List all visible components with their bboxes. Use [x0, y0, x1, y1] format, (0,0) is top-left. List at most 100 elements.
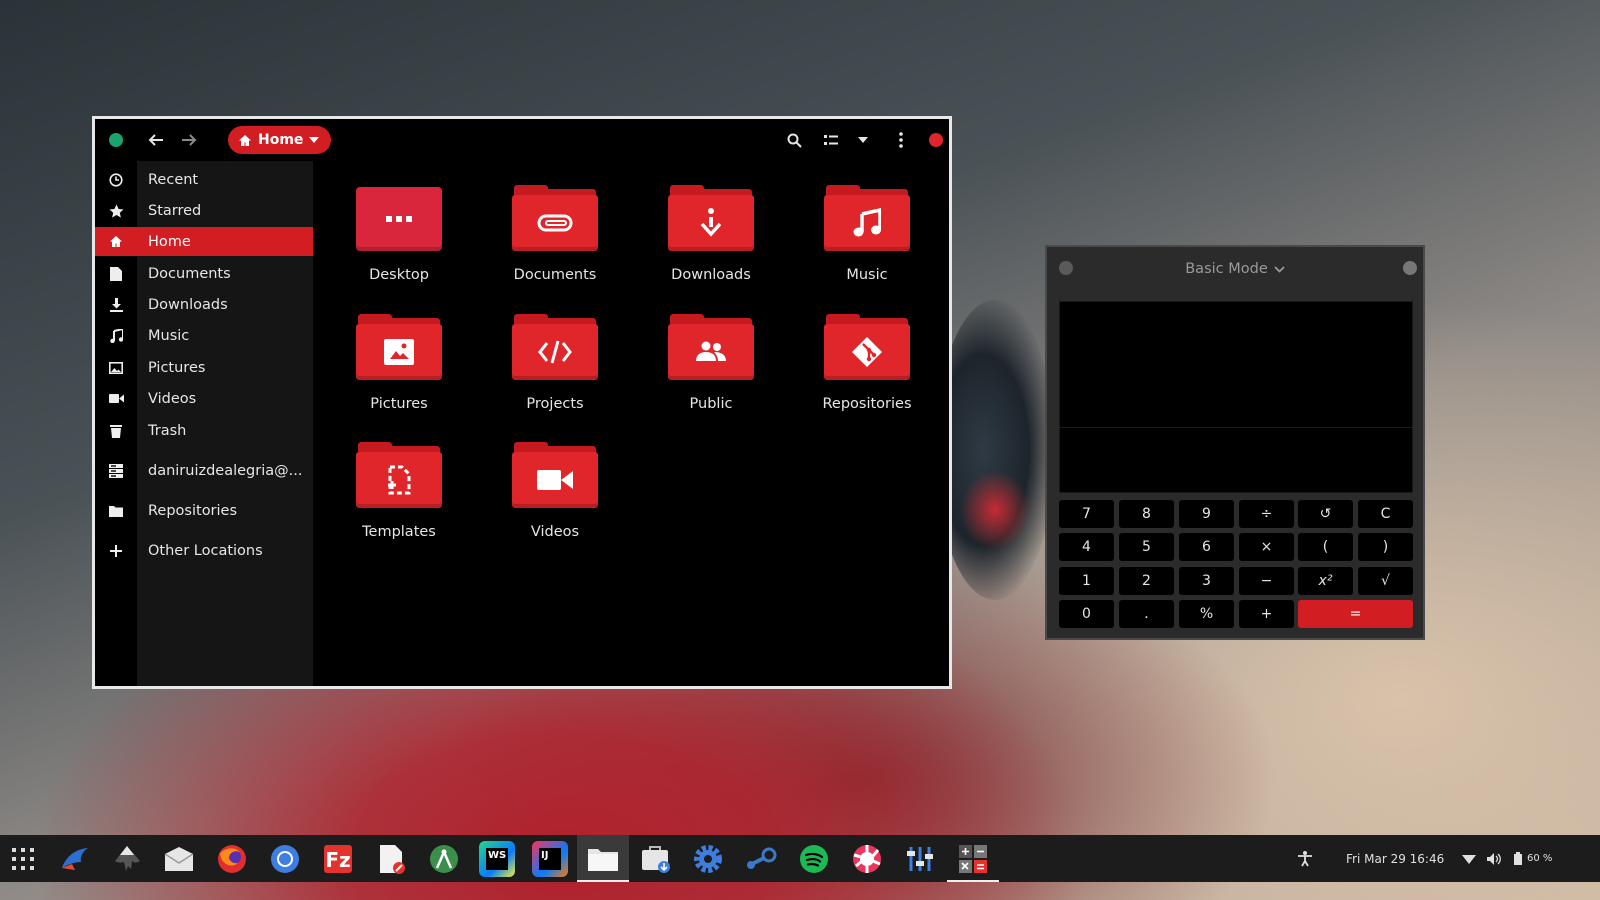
steam-icon[interactable]	[743, 841, 779, 877]
webstorm-label: WS	[486, 848, 508, 870]
key-add[interactable]: +	[1239, 600, 1294, 628]
key-close-paren[interactable]: )	[1358, 533, 1413, 561]
sidebar-item-remote[interactable]: daniruizdealegria@...	[95, 456, 313, 485]
mixer-icon[interactable]	[902, 841, 938, 877]
settings-icon[interactable]	[690, 841, 726, 877]
key-sqrt[interactable]: √	[1358, 567, 1413, 595]
app-grid-icon[interactable]	[5, 841, 41, 877]
sidebar-item-videos[interactable]: Videos	[95, 384, 313, 413]
accessibility-icon	[1298, 850, 1312, 866]
calculator-active-indicator	[947, 880, 999, 882]
key-0[interactable]: 0	[1059, 600, 1114, 628]
files-icon[interactable]	[585, 841, 621, 877]
close-button[interactable]	[1403, 261, 1417, 275]
sidebar-label: Pictures	[148, 359, 206, 376]
wallpaper-splash-red	[960, 470, 1030, 550]
folder-videos[interactable]: Videos	[477, 442, 633, 540]
view-options-button[interactable]	[852, 130, 874, 150]
menu-button[interactable]	[890, 130, 912, 150]
clock[interactable]: Fri Mar 29 16:46	[1346, 835, 1444, 882]
folder-music[interactable]: Music	[789, 185, 945, 283]
mail-icon[interactable]	[161, 841, 197, 877]
back-button[interactable]	[145, 130, 167, 150]
calculator-display[interactable]	[1059, 301, 1413, 493]
text-editor-icon[interactable]	[373, 841, 409, 877]
music-folder-icon	[824, 185, 910, 251]
key-6[interactable]: 6	[1179, 533, 1234, 561]
key-1[interactable]: 1	[1059, 567, 1114, 595]
sidebar-item-recent[interactable]: Recent	[95, 165, 313, 194]
key-3[interactable]: 3	[1179, 567, 1234, 595]
chromium-icon[interactable]	[267, 841, 303, 877]
spotify-icon[interactable]	[796, 841, 832, 877]
mode-selector[interactable]: Basic Mode	[1047, 247, 1423, 291]
headerbar: Home	[95, 119, 949, 161]
folder-repositories[interactable]: Repositories	[789, 314, 945, 412]
ubuntu-tweak-icon[interactable]	[849, 841, 885, 877]
key-undo[interactable]: ↺	[1298, 500, 1353, 528]
svg-text:Fz: Fz	[325, 848, 350, 872]
key-2[interactable]: 2	[1119, 567, 1174, 595]
key-power[interactable]: x²	[1298, 567, 1353, 595]
sidebar-item-repositories[interactable]: Repositories	[95, 496, 313, 525]
filezilla-icon[interactable]: Fz	[320, 841, 356, 877]
sidebar-item-other-locations[interactable]: Other Locations	[95, 536, 313, 565]
sidebar-label: Downloads	[148, 296, 228, 313]
sidebar-item-pictures[interactable]: Pictures	[95, 353, 313, 382]
key-7[interactable]: 7	[1059, 500, 1114, 528]
inkscape-icon[interactable]	[109, 841, 145, 877]
videos-folder-icon	[512, 442, 598, 508]
sidebar-item-trash[interactable]: Trash	[95, 416, 313, 445]
firefox-icon[interactable]	[214, 841, 250, 877]
view-list-button[interactable]	[820, 130, 842, 150]
software-icon[interactable]	[638, 841, 674, 877]
list-view-icon	[824, 135, 838, 145]
search-button[interactable]	[783, 130, 805, 150]
folder-label: Videos	[530, 524, 580, 540]
volume-indicator[interactable]	[1487, 835, 1503, 882]
folder-projects[interactable]: Projects	[477, 314, 633, 412]
sidebar-item-downloads[interactable]: Downloads	[95, 290, 313, 319]
calculator-icon[interactable]	[955, 841, 991, 877]
folder-downloads[interactable]: Downloads	[633, 185, 789, 283]
folder-documents[interactable]: Documents	[477, 185, 633, 283]
battery-indicator[interactable]: 60 %	[1514, 835, 1552, 882]
folder-public[interactable]: Public	[633, 314, 789, 412]
sidebar-item-home[interactable]: Home	[95, 227, 313, 256]
key-9[interactable]: 9	[1179, 500, 1234, 528]
key-clear[interactable]: C	[1358, 500, 1413, 528]
key-divide[interactable]: ÷	[1239, 500, 1294, 528]
accessibility-menu[interactable]	[1298, 835, 1318, 882]
folder-pictures[interactable]: Pictures	[321, 314, 477, 412]
clock-icon	[109, 172, 123, 187]
network-indicator[interactable]	[1462, 835, 1478, 882]
forward-button[interactable]	[178, 130, 200, 150]
kebab-menu-icon	[899, 132, 903, 148]
key-multiply[interactable]: ×	[1239, 533, 1294, 561]
key-4[interactable]: 4	[1059, 533, 1114, 561]
sidebar-item-music[interactable]: Music	[95, 321, 313, 350]
key-decimal[interactable]: .	[1119, 600, 1174, 628]
key-subtract[interactable]: −	[1239, 567, 1294, 595]
sidebar-label: Home	[148, 233, 191, 250]
sidebar-item-starred[interactable]: Starred	[95, 196, 313, 225]
key-equals[interactable]: =	[1298, 600, 1413, 628]
wifi-icon	[1462, 854, 1476, 864]
intellij-icon[interactable]: IJ	[532, 841, 568, 877]
mode-label: Basic Mode	[1185, 261, 1268, 277]
key-5[interactable]: 5	[1119, 533, 1174, 561]
key-percent[interactable]: %	[1179, 600, 1234, 628]
plus-icon	[110, 544, 122, 557]
window-menu-button[interactable]	[109, 133, 123, 147]
webstorm-icon[interactable]: WS	[479, 841, 515, 877]
sidebar-item-documents[interactable]: Documents	[95, 259, 313, 288]
close-button[interactable]	[929, 133, 943, 147]
server-icon	[109, 463, 123, 478]
key-open-paren[interactable]: (	[1298, 533, 1353, 561]
key-8[interactable]: 8	[1119, 500, 1174, 528]
folder-desktop[interactable]: Desktop	[321, 185, 477, 283]
kingfisher-icon[interactable]	[57, 841, 93, 877]
android-studio-icon[interactable]	[426, 841, 462, 877]
path-bar-home[interactable]: Home	[228, 126, 331, 154]
folder-templates[interactable]: Templates	[321, 442, 477, 540]
